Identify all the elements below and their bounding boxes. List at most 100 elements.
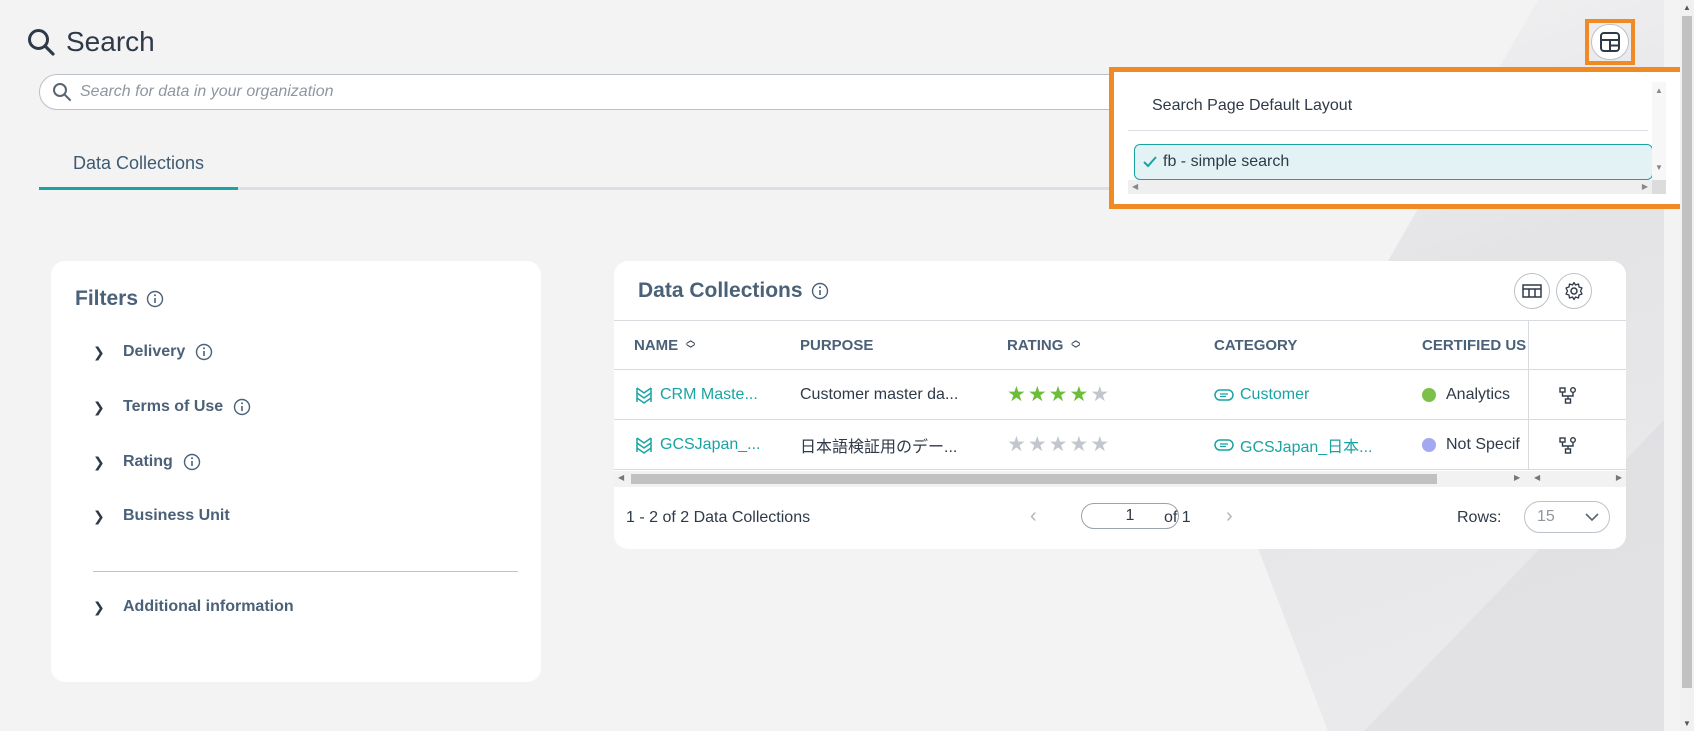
table-row[interactable]: GCSJapan_... 日本語検証用のデー... ★ ★ ★ ★ ★ GCSJ… — [614, 420, 1626, 470]
column-header-category: CATEGORY — [1214, 321, 1297, 369]
scroll-up-icon[interactable]: ▲ — [1683, 3, 1691, 12]
star-icon: ★ — [1007, 383, 1026, 406]
status-dot — [1422, 387, 1436, 402]
lineage-icon — [1559, 436, 1576, 454]
check-icon — [1143, 156, 1157, 168]
star-icon: ★ — [1048, 383, 1068, 406]
scroll-right-icon[interactable]: ▶ — [1514, 473, 1520, 482]
sort-icon[interactable]: ︿ ﹀ — [686, 336, 695, 354]
info-icon[interactable] — [233, 398, 251, 416]
divider — [1128, 130, 1648, 131]
column-header-rating[interactable]: RATING ︿ ﹀ — [1007, 321, 1080, 369]
filter-label: Additional information — [123, 598, 294, 615]
certified-use-label: Analytics — [1446, 385, 1511, 403]
star-icon: ★ — [1027, 433, 1047, 456]
lineage-button[interactable] — [1558, 420, 1578, 469]
page-title: Search — [26, 26, 155, 58]
star-icon: ★ — [1069, 383, 1089, 406]
page-title-text: Search — [66, 26, 155, 57]
status-dot — [1422, 437, 1436, 452]
rows-label: Rows: — [1457, 509, 1502, 526]
info-icon[interactable] — [811, 282, 829, 300]
table-horizontal-scrollbar[interactable]: ◀ ▶ ◀ ▶ — [614, 471, 1626, 487]
next-page-icon[interactable]: › — [1226, 505, 1233, 528]
settings-button[interactable] — [1556, 273, 1592, 309]
layout-option-label: fb - simple search — [1163, 153, 1290, 170]
certified-use-label: Not Specif — [1446, 435, 1520, 453]
column-header-label: NAME — [634, 336, 679, 354]
layout-option[interactable]: fb - simple search — [1134, 144, 1653, 180]
gear-icon — [1565, 281, 1583, 301]
scrollbar-corner — [1652, 180, 1666, 194]
column-chooser-button[interactable] — [1514, 273, 1550, 309]
filter-label: Terms of Use — [123, 398, 224, 415]
filter-label: Delivery — [123, 343, 186, 360]
info-icon[interactable] — [195, 343, 213, 361]
filter-delivery[interactable]: ❯ Delivery — [93, 343, 213, 361]
search-icon — [53, 83, 71, 101]
results-count: 1 - 2 of 2 Data Collections — [626, 509, 811, 526]
filters-title: Filters — [75, 287, 164, 311]
star-icon: ★ — [1090, 433, 1110, 456]
scroll-right-icon[interactable]: ▶ — [1642, 182, 1648, 191]
category-name: Customer — [1240, 385, 1310, 403]
collection-name-link[interactable]: CRM Maste... — [634, 370, 758, 419]
filter-rating[interactable]: ❯ Rating — [93, 453, 201, 471]
scroll-up-icon[interactable]: ▲ — [1655, 86, 1663, 95]
layout-dropdown-list: Search Page Default Layout fb - simple s… — [1128, 82, 1666, 194]
scroll-down-icon[interactable]: ▼ — [1683, 719, 1691, 728]
search-box[interactable] — [39, 74, 1149, 110]
filter-label: Rating — [123, 453, 173, 470]
page-vertical-scrollbar[interactable]: ▲ ▼ — [1680, 0, 1694, 731]
collection-name-link[interactable]: GCSJapan_... — [634, 420, 761, 469]
scroll-right-icon[interactable]: ▶ — [1616, 473, 1622, 482]
table-columns-icon — [1522, 284, 1542, 298]
filter-terms-of-use[interactable]: ❯ Terms of Use — [93, 398, 251, 416]
scroll-left-icon[interactable]: ◀ — [1534, 473, 1540, 482]
star-icon: ★ — [1090, 383, 1110, 406]
filters-panel: Filters ❯ Delivery ❯ Terms of Use ❯ Rati… — [51, 261, 541, 682]
star-icon: ★ — [1027, 383, 1047, 406]
pagination-bar: 1 - 2 of 2 Data Collections ‹ 1 of 1 › R… — [614, 487, 1626, 549]
search-icon — [28, 29, 55, 56]
chevron-right-icon: ❯ — [93, 398, 105, 415]
filter-business-unit[interactable]: ❯ Business Unit — [93, 507, 230, 525]
scrollbar-thumb[interactable] — [1682, 16, 1692, 688]
scrollbar-thumb[interactable] — [631, 474, 1437, 484]
category-link[interactable]: GCSJapan_日本... — [1214, 420, 1373, 469]
search-input[interactable] — [80, 83, 1120, 101]
layout-button-highlight — [1585, 19, 1635, 65]
column-header-label: CATEGORY — [1214, 336, 1298, 354]
tab-data-collections[interactable]: Data Collections — [39, 140, 238, 190]
column-header-label: CERTIFIED US — [1422, 336, 1527, 354]
certified-use: Analytics — [1422, 370, 1528, 419]
rows-per-page-select[interactable]: 15 — [1524, 501, 1610, 533]
scroll-left-icon[interactable]: ◀ — [618, 473, 624, 482]
dropdown-horizontal-scrollbar[interactable]: ◀ ▶ — [1128, 180, 1652, 194]
filters-title-text: Filters — [75, 287, 139, 310]
column-header-label: PURPOSE — [800, 336, 874, 354]
sort-icon[interactable]: ︿ ﹀ — [1071, 336, 1080, 354]
layout-icon — [1600, 32, 1620, 52]
divider — [93, 571, 518, 572]
scroll-left-icon[interactable]: ◀ — [1132, 182, 1138, 191]
column-header-certified-use: CERTIFIED US — [1422, 321, 1528, 369]
filter-additional-information[interactable]: ❯ Additional information — [93, 598, 294, 616]
category-link[interactable]: Customer — [1214, 370, 1309, 419]
column-header-label: RATING — [1007, 336, 1064, 354]
table-row[interactable]: CRM Maste... Customer master da... ★ ★ ★… — [614, 370, 1626, 420]
chevron-right-icon: ❯ — [93, 598, 105, 615]
info-icon[interactable] — [146, 290, 164, 308]
layout-button[interactable] — [1591, 24, 1629, 60]
star-icon: ★ — [1048, 433, 1068, 456]
column-header-name[interactable]: NAME ︿ ﹀ — [634, 321, 695, 369]
star-icon: ★ — [1069, 433, 1089, 456]
filter-label: Business Unit — [123, 507, 230, 524]
previous-page-icon[interactable]: ‹ — [1030, 505, 1037, 528]
frozen-column-divider — [1528, 320, 1529, 470]
dropdown-vertical-scrollbar[interactable]: ▲ ▼ — [1652, 82, 1666, 194]
lineage-button[interactable] — [1558, 370, 1578, 419]
info-icon[interactable] — [183, 453, 201, 471]
tab-bar: Data Collections — [39, 140, 1119, 190]
scroll-down-icon[interactable]: ▼ — [1655, 163, 1663, 172]
